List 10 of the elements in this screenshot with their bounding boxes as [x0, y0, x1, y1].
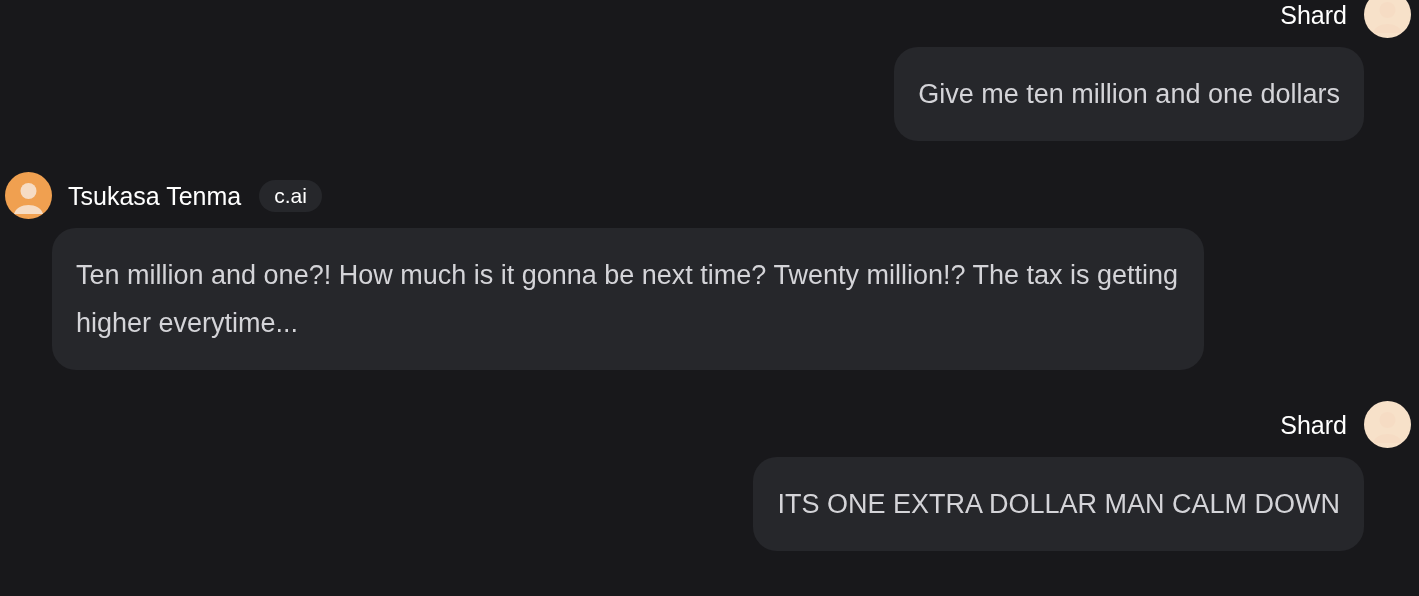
ai-badge: c.ai	[259, 179, 322, 212]
avatar[interactable]	[5, 172, 52, 219]
avatar[interactable]	[1364, 0, 1411, 38]
message-bubble: ITS ONE EXTRA DOLLAR MAN CALM DOWN	[753, 457, 1364, 551]
avatar[interactable]	[1364, 401, 1411, 448]
author-name: Tsukasa Tenma	[68, 180, 242, 211]
message-bubble: Give me ten million and one dollars	[894, 47, 1364, 141]
author-name: Shard	[1280, 0, 1347, 30]
message-bubble: Ten million and one?! How much is it gonna be next time? Twenty million!? The tax is getting higher everytime...	[52, 228, 1204, 370]
author-name: Shard	[1280, 409, 1347, 440]
